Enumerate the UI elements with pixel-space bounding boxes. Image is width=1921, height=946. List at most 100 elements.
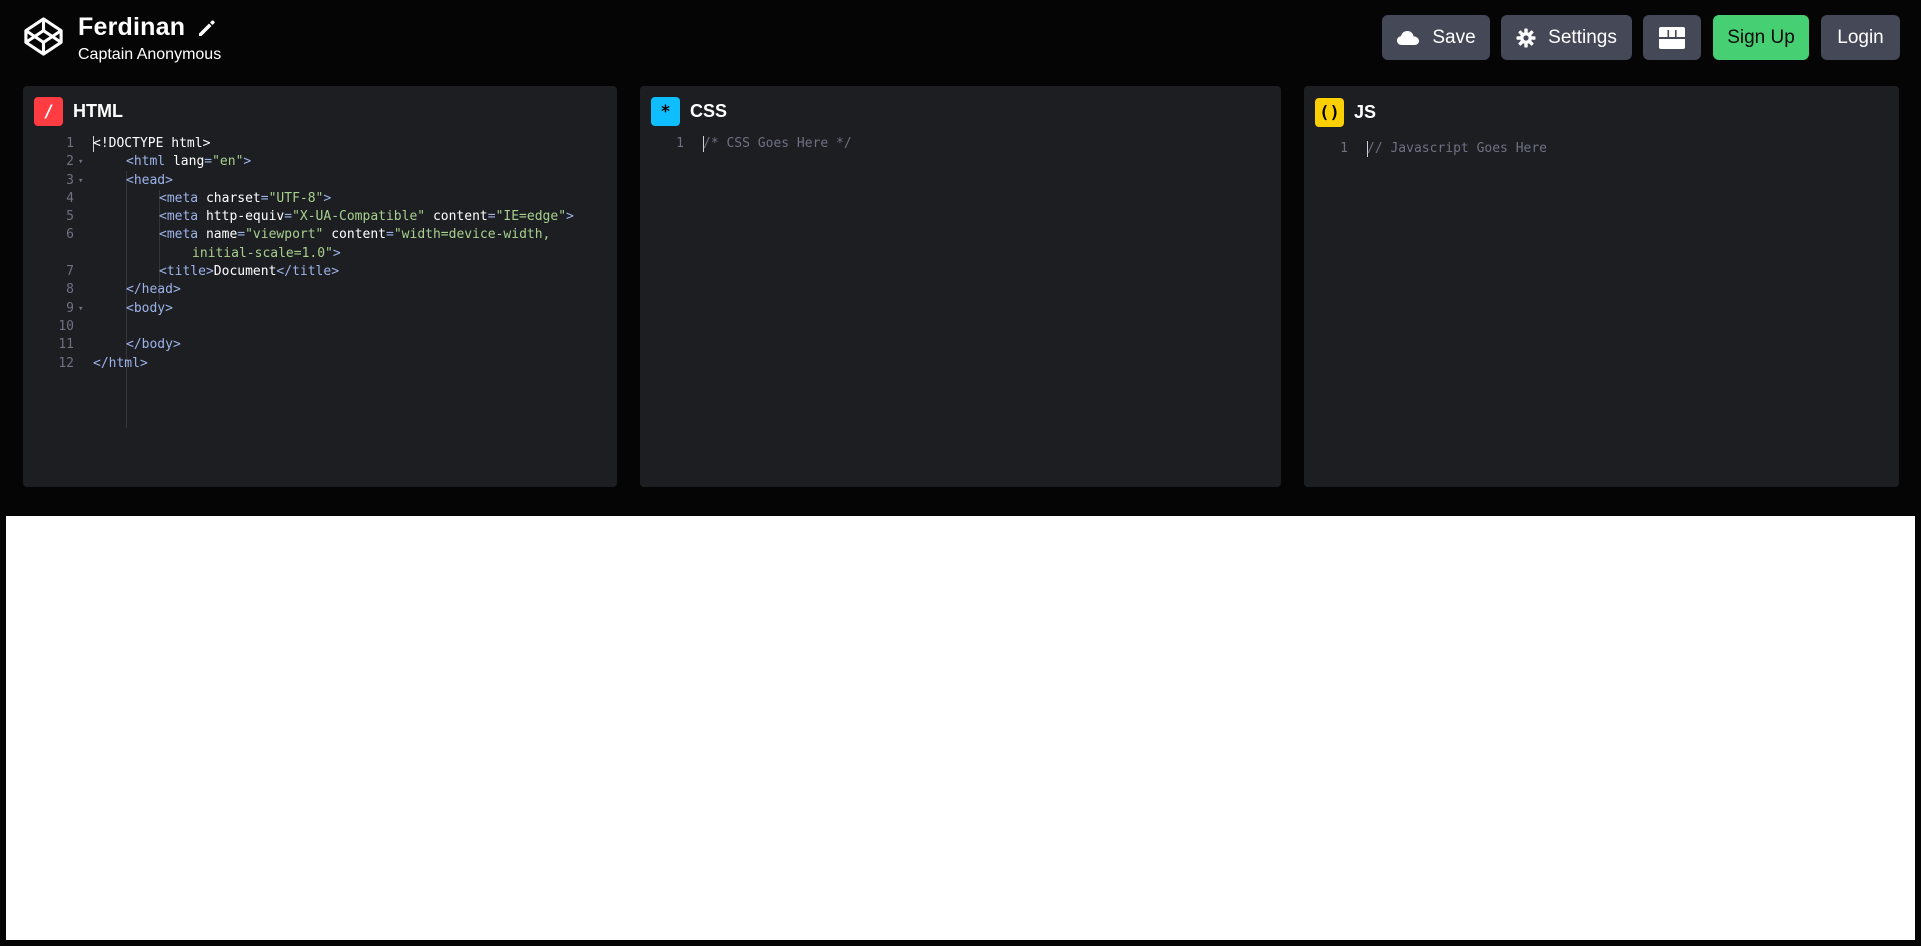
line-number: 9	[66, 300, 74, 316]
line-number: 11	[58, 337, 74, 353]
code-text: // Javascript Goes Here	[1367, 140, 1547, 158]
line-number: 7	[66, 264, 74, 280]
css-code-area[interactable]: 1 /* CSS Goes Here */	[640, 135, 1281, 475]
code-text: </body>	[126, 336, 181, 354]
code-token: Document	[213, 264, 277, 280]
code-text: <meta http-equiv = "X-UA-Compatible" conte…	[159, 208, 574, 226]
code-text: <body>	[126, 300, 173, 318]
code-token: <head>	[126, 172, 173, 188]
fold-arrow-icon[interactable]: ▾	[78, 153, 83, 171]
code-text: initial-scale=1.0">	[192, 245, 341, 263]
code-token: <body>	[126, 300, 173, 316]
line-number: 10	[58, 318, 74, 334]
code-token: =	[204, 154, 213, 170]
code-line[interactable]: 11 </body>	[23, 336, 617, 354]
line-number: 8	[66, 282, 74, 298]
save-button-label: Save	[1432, 26, 1476, 48]
code-text: <title>Document</title>	[159, 263, 339, 281]
code-token: "UTF-8"	[268, 190, 324, 206]
code-text: </head>	[126, 281, 181, 299]
html-editor-title: HTML	[73, 101, 123, 121]
code-line[interactable]: initial-scale=1.0">	[23, 245, 617, 263]
sign-up-button-label: Sign Up	[1727, 26, 1795, 48]
js-code-area[interactable]: 1 // Javascript Goes Here	[1304, 140, 1899, 480]
change-view-button[interactable]	[1643, 15, 1701, 60]
sign-up-button[interactable]: Sign Up	[1713, 15, 1809, 60]
code-line[interactable]: 5 <meta http-equiv = "X-UA-Compatible" cont…	[23, 208, 617, 226]
fold-arrow-icon[interactable]: ▾	[78, 300, 83, 318]
code-token: <meta	[159, 209, 199, 225]
code-text: <!DOCTYPE html>	[93, 135, 210, 153]
html-badge-glyph: /	[43, 101, 54, 122]
code-text: </html>	[93, 355, 148, 373]
js-editor-header: () JS	[1315, 98, 1376, 127]
result-preview[interactable]	[6, 516, 1915, 940]
code-line[interactable]: 12 </html>	[23, 355, 617, 373]
code-token: =	[487, 209, 496, 225]
code-token: "X-UA-Compatible"	[292, 209, 426, 225]
fold-arrow-icon[interactable]: ▾	[78, 172, 83, 190]
code-token: =	[260, 190, 269, 206]
code-token: // Javascript Goes Here	[1367, 141, 1548, 156]
code-token: http-equiv	[198, 209, 285, 225]
code-text: /* CSS Goes Here */	[703, 135, 852, 153]
line-number: 1	[676, 136, 684, 151]
html-editor-panel: / HTML 1 <!DOCTYPE html> 2 ▾ <html lang="en"…	[23, 86, 617, 487]
line-number: 3	[66, 172, 74, 188]
js-editor-panel: () JS 1 // Javascript Goes Here	[1304, 86, 1899, 487]
layout-icon	[1659, 26, 1685, 49]
code-token: =	[386, 227, 394, 243]
css-editor-header: * CSS	[651, 97, 727, 126]
line-number: 5	[66, 209, 74, 225]
code-token: =	[237, 227, 246, 243]
pen-title[interactable]: Ferdinan	[78, 13, 185, 42]
code-token: charset	[198, 190, 261, 206]
line-number: 1	[1340, 141, 1348, 156]
login-button-label: Login	[1837, 26, 1884, 48]
code-line[interactable]: 6 <meta name="viewport" content="width=de…	[23, 226, 617, 244]
code-line[interactable]: 1 // Javascript Goes Here	[1304, 140, 1899, 158]
top-header: Ferdinan Captain Anonymous Save Settings…	[0, 0, 1921, 78]
code-token: </head>	[126, 282, 181, 298]
css-editor-panel: * CSS 1 /* CSS Goes Here */	[640, 86, 1281, 487]
code-token: <meta	[159, 227, 199, 243]
save-button[interactable]: Save	[1382, 15, 1490, 60]
code-token: </body>	[126, 337, 181, 353]
code-text: <head>	[126, 172, 173, 190]
code-token: content	[425, 209, 488, 225]
code-line[interactable]: 10	[23, 318, 617, 336]
code-token: "en"	[212, 154, 244, 170]
pen-title-block: Ferdinan Captain Anonymous	[78, 13, 221, 64]
code-token: "viewport"	[245, 227, 324, 243]
code-token: name	[198, 227, 238, 243]
code-token: initial-scale=1.0"	[192, 245, 333, 261]
code-line[interactable]: 7 <title>Document</title>	[23, 263, 617, 281]
login-button[interactable]: Login	[1821, 15, 1900, 60]
code-line[interactable]: 1 /* CSS Goes Here */	[640, 135, 1281, 153]
code-line[interactable]: 9 ▾ <body>	[23, 300, 617, 318]
code-line[interactable]: 8 </head>	[23, 281, 617, 299]
css-editor-title: CSS	[690, 101, 728, 121]
css-badge-icon: *	[651, 97, 680, 126]
code-token: <!DOCTYPE html>	[93, 136, 211, 151]
code-token: lang	[165, 154, 205, 170]
gear-icon	[1516, 28, 1536, 47]
html-badge-icon: /	[34, 97, 63, 126]
code-text: <meta charset="UTF-8">	[159, 190, 331, 208]
code-token: >	[323, 190, 332, 206]
code-line[interactable]: 1 <!DOCTYPE html>	[23, 135, 617, 153]
code-text: <meta name="viewport" content="width=dev…	[159, 226, 550, 244]
pen-author[interactable]: Captain Anonymous	[78, 46, 221, 64]
line-number: 12	[58, 355, 74, 371]
settings-button[interactable]: Settings	[1501, 15, 1632, 60]
code-line[interactable]: 2 ▾ <html lang="en">	[23, 153, 617, 171]
code-token: /* CSS Goes Here */	[703, 136, 852, 151]
codepen-logo-icon[interactable]	[22, 15, 65, 58]
code-line[interactable]: 4 <meta charset="UTF-8">	[23, 190, 617, 208]
pencil-icon[interactable]	[197, 18, 217, 38]
html-code-area[interactable]: 1 <!DOCTYPE html> 2 ▾ <html lang="en"> 3 ▾ <hea…	[23, 135, 617, 475]
code-token: </html>	[93, 355, 148, 371]
line-number: 2	[66, 154, 74, 170]
code-line[interactable]: 3 ▾ <head>	[23, 172, 617, 190]
js-badge-icon: ()	[1315, 98, 1344, 127]
